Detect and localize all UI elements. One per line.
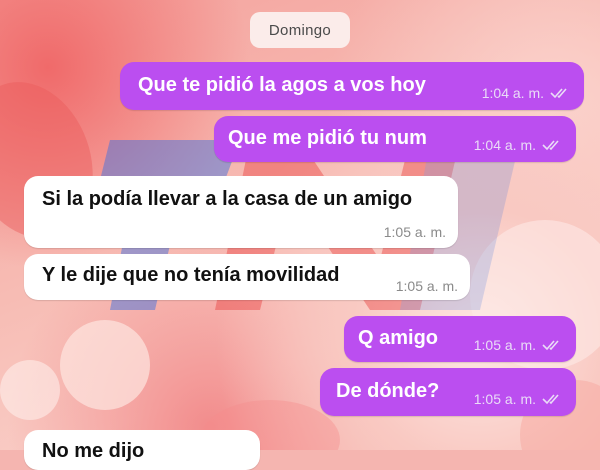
- message-text: Que te pidió la agos a vos hoy: [138, 74, 426, 96]
- message-time: 1:04 a. m.: [481, 85, 544, 101]
- message-text: Y le dije que no tenía movilidad: [42, 264, 340, 286]
- message-meta: 1:04 a. m.: [482, 85, 572, 101]
- message-time: 1:05 a. m.: [473, 391, 536, 407]
- message-meta: 1:05 a. m.: [396, 278, 458, 294]
- message-bubble-outgoing[interactable]: Que me pidió tu num 1:04 a. m.: [214, 116, 576, 162]
- message-meta: 1:04 a. m.: [474, 137, 564, 153]
- message-meta: 1:05 a. m.: [474, 337, 564, 353]
- message-bubble-outgoing[interactable]: De dónde? 1:05 a. m.: [320, 368, 576, 416]
- message-bubble-incoming[interactable]: Y le dije que no tenía movilidad 1:05 a.…: [24, 254, 470, 300]
- message-text: Q amigo: [358, 327, 439, 349]
- message-text: Si la podía llevar a la casa de un amigo: [42, 188, 413, 210]
- double-check-icon: [542, 140, 559, 151]
- double-check-icon: [542, 340, 559, 351]
- message-text: No me dijo: [42, 440, 145, 462]
- message-bubble-incoming[interactable]: Si la podía llevar a la casa de un amigo…: [24, 176, 458, 248]
- message-time: 1:05 a. m.: [473, 337, 536, 353]
- message-text: De dónde?: [336, 380, 440, 402]
- message-time: 1:05 a. m.: [395, 278, 458, 294]
- message-meta: 1:05 a. m.: [474, 391, 564, 407]
- message-time: 1:04 a. m.: [473, 137, 536, 153]
- message-time: 1:05 a. m.: [383, 224, 446, 240]
- double-check-icon: [550, 88, 567, 99]
- message-bubble-outgoing[interactable]: Que te pidió la agos a vos hoy 1:04 a. m…: [120, 62, 584, 110]
- date-separator-label: Domingo: [268, 21, 332, 39]
- message-bubble-incoming[interactable]: No me dijo: [24, 430, 260, 470]
- double-check-icon: [542, 394, 559, 405]
- date-separator: Domingo: [250, 12, 350, 48]
- message-text: Que me pidió tu num: [228, 127, 427, 149]
- chat-thread[interactable]: Domingo Que te pidió la agos a vos hoy 1…: [0, 0, 600, 470]
- message-bubble-outgoing[interactable]: Q amigo 1:05 a. m.: [344, 316, 576, 362]
- message-meta: 1:05 a. m.: [384, 224, 446, 240]
